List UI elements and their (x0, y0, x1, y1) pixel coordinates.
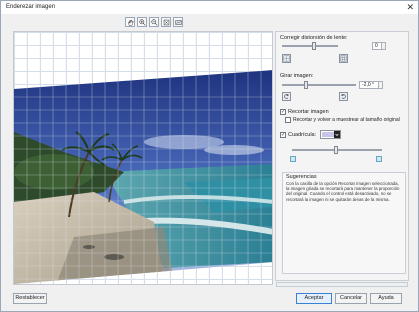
spin-arrows-icon[interactable] (378, 82, 382, 88)
suggestions-box: Sugerencias Con la casilla de la opción … (282, 172, 406, 274)
ok-button[interactable]: Aceptar (296, 293, 332, 304)
dialog-window: Enderezar imagen ✕ Corregir distorsión d… (0, 0, 419, 312)
cancel-button[interactable]: Cancelar (335, 293, 367, 304)
large-grid-icon (376, 156, 382, 162)
rotate-slider-track[interactable] (282, 84, 356, 86)
crop-resample-label: Recortar y volver a muestrear al tamaño … (293, 117, 400, 123)
lens-slider-thumb[interactable] (312, 42, 316, 50)
suggestions-text: Con la casilla de la opción Recortar ima… (286, 181, 400, 202)
zoom-out-icon[interactable] (149, 17, 159, 27)
barrel-distortion-icon (282, 54, 291, 63)
pincushion-distortion-icon (339, 54, 348, 63)
lens-distortion-label: Corregir distorsión de lente: (280, 35, 348, 41)
close-icon[interactable]: ✕ (406, 2, 414, 12)
grid-color-swatch (322, 132, 334, 137)
lens-value: 0 (375, 43, 378, 49)
spin-arrows-icon[interactable] (381, 43, 385, 49)
rotate-value: -2,0 ° (362, 82, 375, 88)
help-button[interactable]: Ayuda (370, 293, 402, 304)
grid-label: Cuadrícula: (288, 132, 317, 138)
dropdown-arrow-icon[interactable] (334, 131, 340, 138)
fit-icon[interactable] (161, 17, 171, 27)
image-preview-canvas[interactable] (13, 31, 273, 285)
rotated-photo (14, 32, 272, 284)
grid-color-picker[interactable] (320, 130, 341, 139)
lens-value-input[interactable]: 0 (372, 42, 386, 50)
dialog-title: Enderezar imagen (6, 4, 56, 10)
crop-image-label: Recortar imagen (288, 109, 329, 115)
grid-checkbox[interactable]: ✓ (280, 132, 286, 138)
zoom-in-icon[interactable] (137, 17, 147, 27)
crop-image-checkbox[interactable]: ✓ (280, 109, 286, 115)
rotate-left-icon[interactable] (282, 92, 291, 101)
checkmark-icon: ✓ (281, 109, 286, 115)
rotate-right-icon[interactable] (339, 92, 348, 101)
hand-icon[interactable] (125, 17, 135, 27)
actual-size-icon[interactable] (173, 17, 183, 27)
panel-scrollbar[interactable] (276, 282, 408, 287)
rotate-value-input[interactable]: -2,0 ° (359, 81, 383, 89)
rotate-image-label: Girar imagen: (280, 73, 314, 79)
view-toolbar (125, 17, 183, 28)
title-bar: Enderezar imagen ✕ (1, 1, 418, 14)
small-grid-icon (290, 156, 296, 162)
reset-button[interactable]: Restablecer (13, 293, 47, 304)
grid-size-slider-thumb[interactable] (334, 146, 338, 154)
rotate-slider-thumb[interactable] (304, 81, 308, 89)
checkmark-icon: ✓ (281, 132, 286, 138)
suggestions-title: Sugerencias (286, 174, 317, 180)
crop-resample-checkbox[interactable] (285, 117, 291, 123)
lens-slider-track[interactable] (282, 45, 338, 47)
